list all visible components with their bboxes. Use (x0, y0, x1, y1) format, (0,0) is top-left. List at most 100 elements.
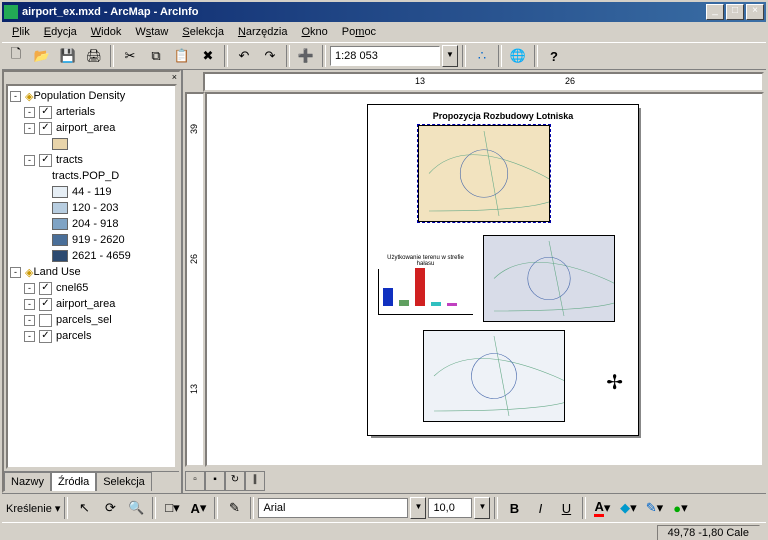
menu-pomoc[interactable]: Pomoc (336, 24, 382, 40)
layer-name[interactable]: cnel65 (56, 282, 88, 294)
visibility-checkbox[interactable]: ✓ (39, 330, 52, 343)
horizontal-ruler: 13 26 (203, 72, 764, 92)
layer-tree[interactable]: -◈ Population Density-✓arterials-✓airpor… (6, 84, 177, 469)
expand-toggle[interactable]: - (24, 283, 35, 294)
italic-button[interactable]: I (528, 496, 552, 520)
layer-name[interactable]: airport_area (56, 122, 115, 134)
menu-widok[interactable]: Widok (85, 24, 128, 40)
redo-button[interactable]: ↷ (258, 44, 282, 68)
visibility-checkbox[interactable]: ✓ (39, 282, 52, 295)
visibility-checkbox[interactable]: ✓ (39, 298, 52, 311)
scale-input[interactable]: 1:28 053 (330, 46, 440, 66)
chart-bar (431, 302, 441, 306)
paste-button[interactable]: 📋 (170, 44, 194, 68)
expand-toggle[interactable]: - (24, 155, 35, 166)
menu-bar: Plik Edycja Widok Wstaw Selekcja Narzędz… (2, 22, 766, 42)
copy-button[interactable]: ⧉ (144, 44, 168, 68)
scale-dropdown[interactable]: ▼ (442, 45, 458, 67)
class-swatch[interactable] (52, 186, 68, 198)
menu-edycja[interactable]: Edycja (38, 24, 83, 40)
view-switcher: ▫ ▪ ↻ ∥ (183, 469, 766, 493)
expand-toggle[interactable]: - (24, 315, 35, 326)
zoom-tool[interactable]: 🔍 (124, 496, 148, 520)
delete-button[interactable]: ✖ (196, 44, 220, 68)
save-button[interactable]: 💾 (56, 44, 80, 68)
menu-okno[interactable]: Okno (295, 24, 333, 40)
map-frame-map1[interactable] (418, 125, 550, 222)
expand-toggle[interactable]: - (10, 91, 21, 102)
standard-toolbar: 🗋 📂 💾 🖨 ✂ ⧉ 📋 ✖ ↶ ↷ ➕ 1:28 053 ▼ ∴ 🌐 ? (2, 42, 766, 70)
new-text-tool[interactable]: A▾ (186, 496, 210, 520)
maximize-button[interactable]: □ (726, 4, 744, 20)
map-frame-map2[interactable] (483, 235, 615, 322)
visibility-checkbox[interactable]: ✓ (39, 122, 52, 135)
chart-element[interactable]: Użytkowanie terenu w strefie hałasu (378, 255, 473, 315)
expand-toggle[interactable]: - (24, 107, 35, 118)
menu-plik[interactable]: Plik (6, 24, 36, 40)
toc-close-icon[interactable]: × (4, 72, 179, 82)
visibility-checkbox[interactable]: ✓ (39, 154, 52, 167)
open-button[interactable]: 📂 (30, 44, 54, 68)
refresh-view-button[interactable]: ↻ (225, 471, 245, 491)
select-elements-tool[interactable]: ↖ (72, 496, 96, 520)
layout-view-tab[interactable]: ▪ (205, 471, 225, 491)
layout-canvas[interactable]: Propozycja Rozbudowy Lotniska Użytkowani… (205, 92, 764, 467)
minimize-button[interactable]: _ (706, 4, 724, 20)
draw-menu[interactable]: Kreślenie ▾ (6, 502, 60, 515)
marker-color-button[interactable]: ●▾ (668, 496, 692, 520)
layer-name[interactable]: arterials (56, 106, 95, 118)
bold-button[interactable]: B (502, 496, 526, 520)
font-color-button[interactable]: A▾ (590, 496, 614, 520)
expand-toggle[interactable]: - (10, 267, 21, 278)
new-button[interactable]: 🗋 (4, 44, 28, 68)
expand-toggle[interactable]: - (24, 331, 35, 342)
font-size-dropdown[interactable]: ▼ (474, 497, 490, 519)
class-swatch[interactable] (52, 202, 68, 214)
class-swatch[interactable] (52, 234, 68, 246)
visibility-checkbox[interactable] (39, 314, 52, 327)
cut-button[interactable]: ✂ (118, 44, 142, 68)
pause-drawing-button[interactable]: ∥ (245, 471, 265, 491)
toc-tab-zrodla[interactable]: Źródła (51, 472, 96, 491)
visibility-checkbox[interactable]: ✓ (39, 106, 52, 119)
dataframe-name[interactable]: Population Density (33, 90, 125, 102)
undo-button[interactable]: ↶ (232, 44, 256, 68)
symbol-swatch[interactable] (52, 138, 68, 150)
font-name-dropdown[interactable]: ▼ (410, 497, 426, 519)
print-button[interactable]: 🖨 (82, 44, 106, 68)
font-name-selector[interactable]: Arial (258, 498, 408, 518)
menu-wstaw[interactable]: Wstaw (129, 24, 174, 40)
layout-page[interactable]: Propozycja Rozbudowy Lotniska Użytkowani… (367, 104, 639, 436)
whatsthis-button[interactable]: ? (542, 44, 566, 68)
fill-color-button[interactable]: ◆▾ (616, 496, 640, 520)
layout-title-text[interactable]: Propozycja Rozbudowy Lotniska (368, 105, 638, 127)
dataframe-name[interactable]: Land Use (33, 266, 80, 278)
menu-narzedzia[interactable]: Narzędzia (232, 24, 294, 40)
class-swatch[interactable] (52, 218, 68, 230)
toc-tab-nazwy[interactable]: Nazwy (4, 472, 51, 491)
menu-selekcja[interactable]: Selekcja (176, 24, 230, 40)
data-view-tab[interactable]: ▫ (185, 471, 205, 491)
layer-name[interactable]: parcels_sel (56, 314, 112, 326)
north-arrow[interactable]: ✢ (606, 370, 623, 395)
layer-name[interactable]: airport_area (56, 298, 115, 310)
toc-tabs: Nazwy Źródła Selekcja (4, 471, 179, 491)
rotate-tool[interactable]: ⟳ (98, 496, 122, 520)
layer-name[interactable]: tracts (56, 154, 83, 166)
layer-name[interactable]: parcels (56, 330, 91, 342)
line-color-button[interactable]: ✎▾ (642, 496, 666, 520)
add-data-button[interactable]: ➕ (294, 44, 318, 68)
map-frame-map3[interactable] (423, 330, 565, 422)
class-swatch[interactable] (52, 250, 68, 262)
new-rectangle-tool[interactable]: □▾ (160, 496, 184, 520)
expand-toggle[interactable]: - (24, 299, 35, 310)
expand-toggle[interactable]: - (24, 123, 35, 134)
toc-tab-selekcja[interactable]: Selekcja (96, 472, 152, 491)
arccatalog-button[interactable]: 🌐 (506, 44, 530, 68)
close-button[interactable]: × (746, 4, 764, 20)
font-size-selector[interactable]: 10,0 (428, 498, 472, 518)
edit-vertices-tool[interactable]: ✎ (222, 496, 246, 520)
underline-button[interactable]: U (554, 496, 578, 520)
editor-toolbar-button[interactable]: ∴ (470, 44, 494, 68)
chart-bar (399, 300, 409, 306)
